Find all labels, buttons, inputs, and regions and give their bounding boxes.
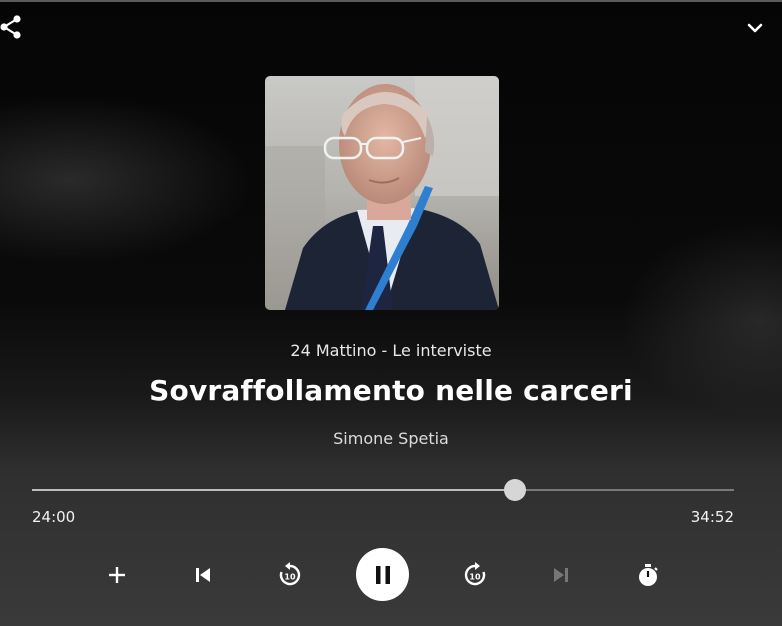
elapsed-time: 24:00 xyxy=(32,508,76,526)
pause-button[interactable] xyxy=(356,548,409,601)
chevron-down-icon[interactable] xyxy=(744,18,766,38)
progress-fill xyxy=(32,489,515,491)
episode-title: Sovraffollamento nelle carceri xyxy=(149,374,633,407)
progress-thumb[interactable] xyxy=(503,479,526,501)
show-title[interactable]: 24 Mattino - Le interviste xyxy=(0,341,782,360)
episode-author[interactable]: Simone Spetia xyxy=(0,429,782,448)
svg-text:10: 10 xyxy=(469,573,481,582)
skip-next-icon xyxy=(544,558,578,592)
episode-cover-image xyxy=(265,76,499,310)
pause-icon xyxy=(375,565,390,584)
skip-previous-icon[interactable] xyxy=(186,558,220,592)
top-border xyxy=(0,0,782,2)
forward-10-icon[interactable]: 10 xyxy=(458,558,492,592)
share-icon[interactable] xyxy=(0,12,26,42)
progress-bar[interactable] xyxy=(32,479,734,501)
svg-text:10: 10 xyxy=(284,573,296,582)
rewind-10-icon[interactable]: 10 xyxy=(273,558,307,592)
plus-icon[interactable] xyxy=(100,558,134,592)
sleep-timer-icon[interactable] xyxy=(631,558,665,592)
total-time: 34:52 xyxy=(690,508,734,526)
